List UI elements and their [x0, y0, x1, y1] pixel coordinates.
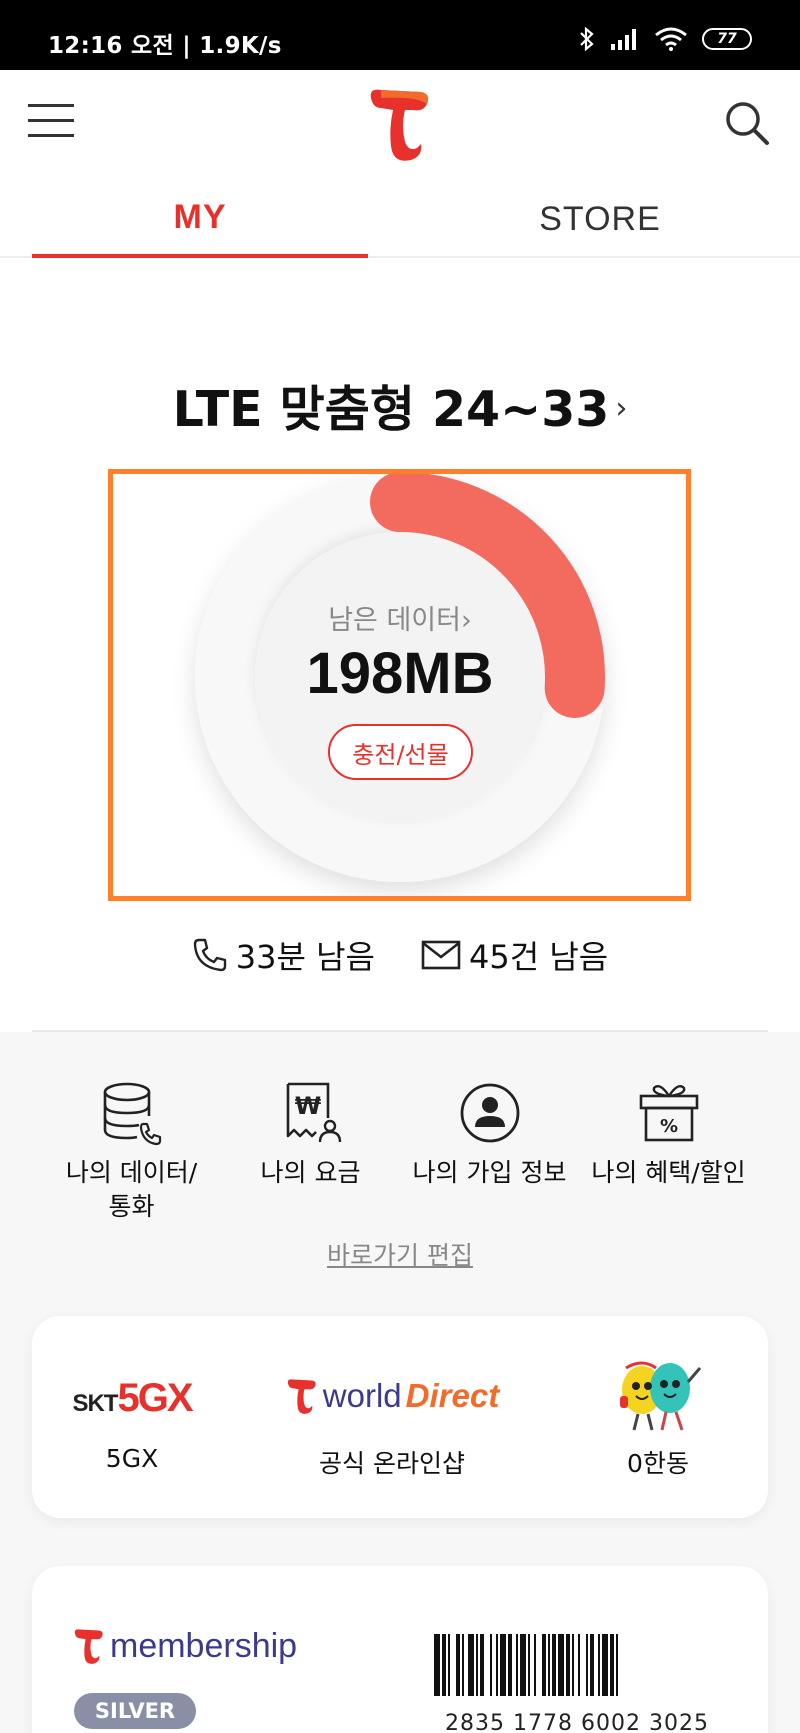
- charge-gift-button[interactable]: 충전/선물: [328, 724, 473, 780]
- barcode-bar: [528, 1634, 530, 1696]
- remaining-data-label: 남은 데이터: [328, 605, 461, 636]
- tab-my[interactable]: MY: [32, 180, 368, 258]
- edit-shortcuts-link[interactable]: 바로가기 편집: [0, 1236, 800, 1272]
- membership-logo: membership: [72, 1626, 297, 1666]
- barcode-bar: [448, 1634, 450, 1696]
- barcode-bar: [586, 1634, 588, 1696]
- chevron-right-icon: ›: [460, 605, 472, 636]
- barcode-bar: [610, 1634, 614, 1696]
- user-circle-icon: [460, 1083, 519, 1143]
- barcode-bar: [548, 1634, 550, 1696]
- brand-label: 0한동: [627, 1449, 689, 1478]
- status-time: 12:16 오전 | 1.9K/s: [48, 33, 282, 59]
- barcode-bar: [578, 1634, 580, 1696]
- bluetooth-icon: [580, 26, 594, 52]
- call-remaining-text: 33분 남음: [235, 938, 375, 976]
- sms-remaining: 45건 남음: [421, 932, 608, 978]
- brand-world-direct[interactable]: world Direct 공식 온라인샵: [252, 1316, 532, 1518]
- barcode-bar: [476, 1634, 478, 1696]
- shortcut-label: 나의 요금: [260, 1158, 361, 1187]
- membership-card[interactable]: membership SILVER 2835 1778 6002 3025: [32, 1566, 768, 1733]
- barcode-number: 2835 1778 6002 3025: [445, 1711, 709, 1733]
- wifi-icon: [655, 27, 687, 51]
- status-bar: 12:16 오전 | 1.9K/s 77: [0, 0, 800, 70]
- barcode-bar: [590, 1634, 594, 1696]
- shortcut-my-bill[interactable]: ₩ 나의 요금: [221, 1080, 400, 1224]
- barcode-bar: [490, 1634, 492, 1696]
- shortcut-label: 나의 데이터/: [65, 1158, 198, 1187]
- shortcut-my-subscription[interactable]: 나의 가입 정보: [400, 1080, 579, 1224]
- barcode-bar: [552, 1634, 556, 1696]
- svg-text:%: %: [659, 1116, 677, 1137]
- plan-name: LTE 맞춤형 24~33: [172, 381, 610, 438]
- barcode-bar: [434, 1634, 440, 1696]
- barcode-bar: [566, 1634, 570, 1696]
- barcode-bar: [572, 1634, 574, 1696]
- barcode-bar: [616, 1634, 618, 1696]
- tab-store[interactable]: STORE: [432, 180, 768, 258]
- brand-links-card: SKT5GX 5GX world Direct 공식 온라인샵 0한동: [32, 1316, 768, 1518]
- call-remaining: 33분 남음: [192, 932, 375, 978]
- status-icons: 77: [578, 26, 752, 52]
- barcode-bar: [442, 1634, 446, 1696]
- barcode-bar: [496, 1634, 498, 1696]
- barcode-bar: [508, 1634, 512, 1696]
- barcode-bar: [542, 1634, 546, 1696]
- shortcut-my-benefits[interactable]: % 나의 혜택/할인: [579, 1080, 758, 1224]
- membership-grade-badge: SILVER: [74, 1693, 196, 1729]
- brand-5gx[interactable]: SKT5GX 5GX: [52, 1316, 212, 1518]
- barcode-bar: [500, 1634, 506, 1696]
- barcode-bar: [480, 1634, 484, 1696]
- remaining-data-link[interactable]: 남은 데이터›: [110, 598, 690, 637]
- plan-title[interactable]: LTE 맞춤형 24~33 ›: [0, 370, 800, 441]
- barcode-bar: [456, 1634, 460, 1696]
- world-direct-logo: world Direct: [285, 1376, 499, 1416]
- barcode-bar: [520, 1634, 526, 1696]
- barcode-bar: [462, 1634, 464, 1696]
- brand-0handong[interactable]: 0한동: [578, 1316, 738, 1518]
- menu-button[interactable]: [28, 104, 74, 140]
- shortcut-label: 통화: [108, 1192, 155, 1221]
- menu-icon: [28, 104, 74, 107]
- barcode-bar: [534, 1634, 536, 1696]
- shortcut-menu: 나의 데이터/ 통화 ₩ 나의 요금 나의 가입 정보 % 나의 혜택/할인: [42, 1080, 758, 1224]
- brand-label: 5GX: [105, 1444, 159, 1473]
- t-logo-icon: [74, 1629, 103, 1664]
- donut-center: 남은 데이터› 198MB 충전/선물: [110, 470, 690, 900]
- skt-5gx-logo: SKT5GX: [72, 1376, 193, 1420]
- barcode-bar: [602, 1634, 608, 1696]
- voice-sms-usage: 33분 남음 45건 남음: [0, 930, 800, 980]
- battery-icon: 77: [702, 28, 752, 50]
- data-usage-gauge[interactable]: 남은 데이터› 198MB 충전/선물: [110, 470, 690, 900]
- chevron-right-icon: ›: [615, 391, 628, 426]
- remaining-data-value: 198MB: [306, 641, 494, 706]
- shortcut-label: 나의 가입 정보: [412, 1158, 567, 1187]
- sms-remaining-text: 45건 남음: [469, 938, 609, 976]
- database-phone-icon: [103, 1082, 161, 1146]
- barcode-bar: [558, 1634, 564, 1696]
- barcode-bar: [468, 1634, 474, 1696]
- barcode-bar: [598, 1634, 600, 1696]
- bill-won-icon: ₩: [286, 1082, 341, 1143]
- phone-icon: [193, 938, 226, 972]
- mascot-characters-icon: [620, 1361, 702, 1431]
- t-logo-icon[interactable]: [365, 86, 435, 162]
- svg-text:₩: ₩: [294, 1092, 321, 1120]
- brand-label: 공식 온라인샵: [319, 1449, 465, 1478]
- mail-icon: [421, 940, 461, 970]
- barcode-bar: [516, 1634, 518, 1696]
- app-header: [0, 70, 800, 180]
- main-tabs: MY STORE: [0, 180, 800, 258]
- shortcut-my-data-call[interactable]: 나의 데이터/ 통화: [42, 1080, 221, 1224]
- signal-icon: [611, 29, 636, 50]
- shortcut-label: 나의 혜택/할인: [591, 1158, 746, 1187]
- search-icon[interactable]: [724, 100, 770, 146]
- t-logo-icon: [287, 1379, 316, 1414]
- gift-percent-icon: %: [639, 1085, 698, 1142]
